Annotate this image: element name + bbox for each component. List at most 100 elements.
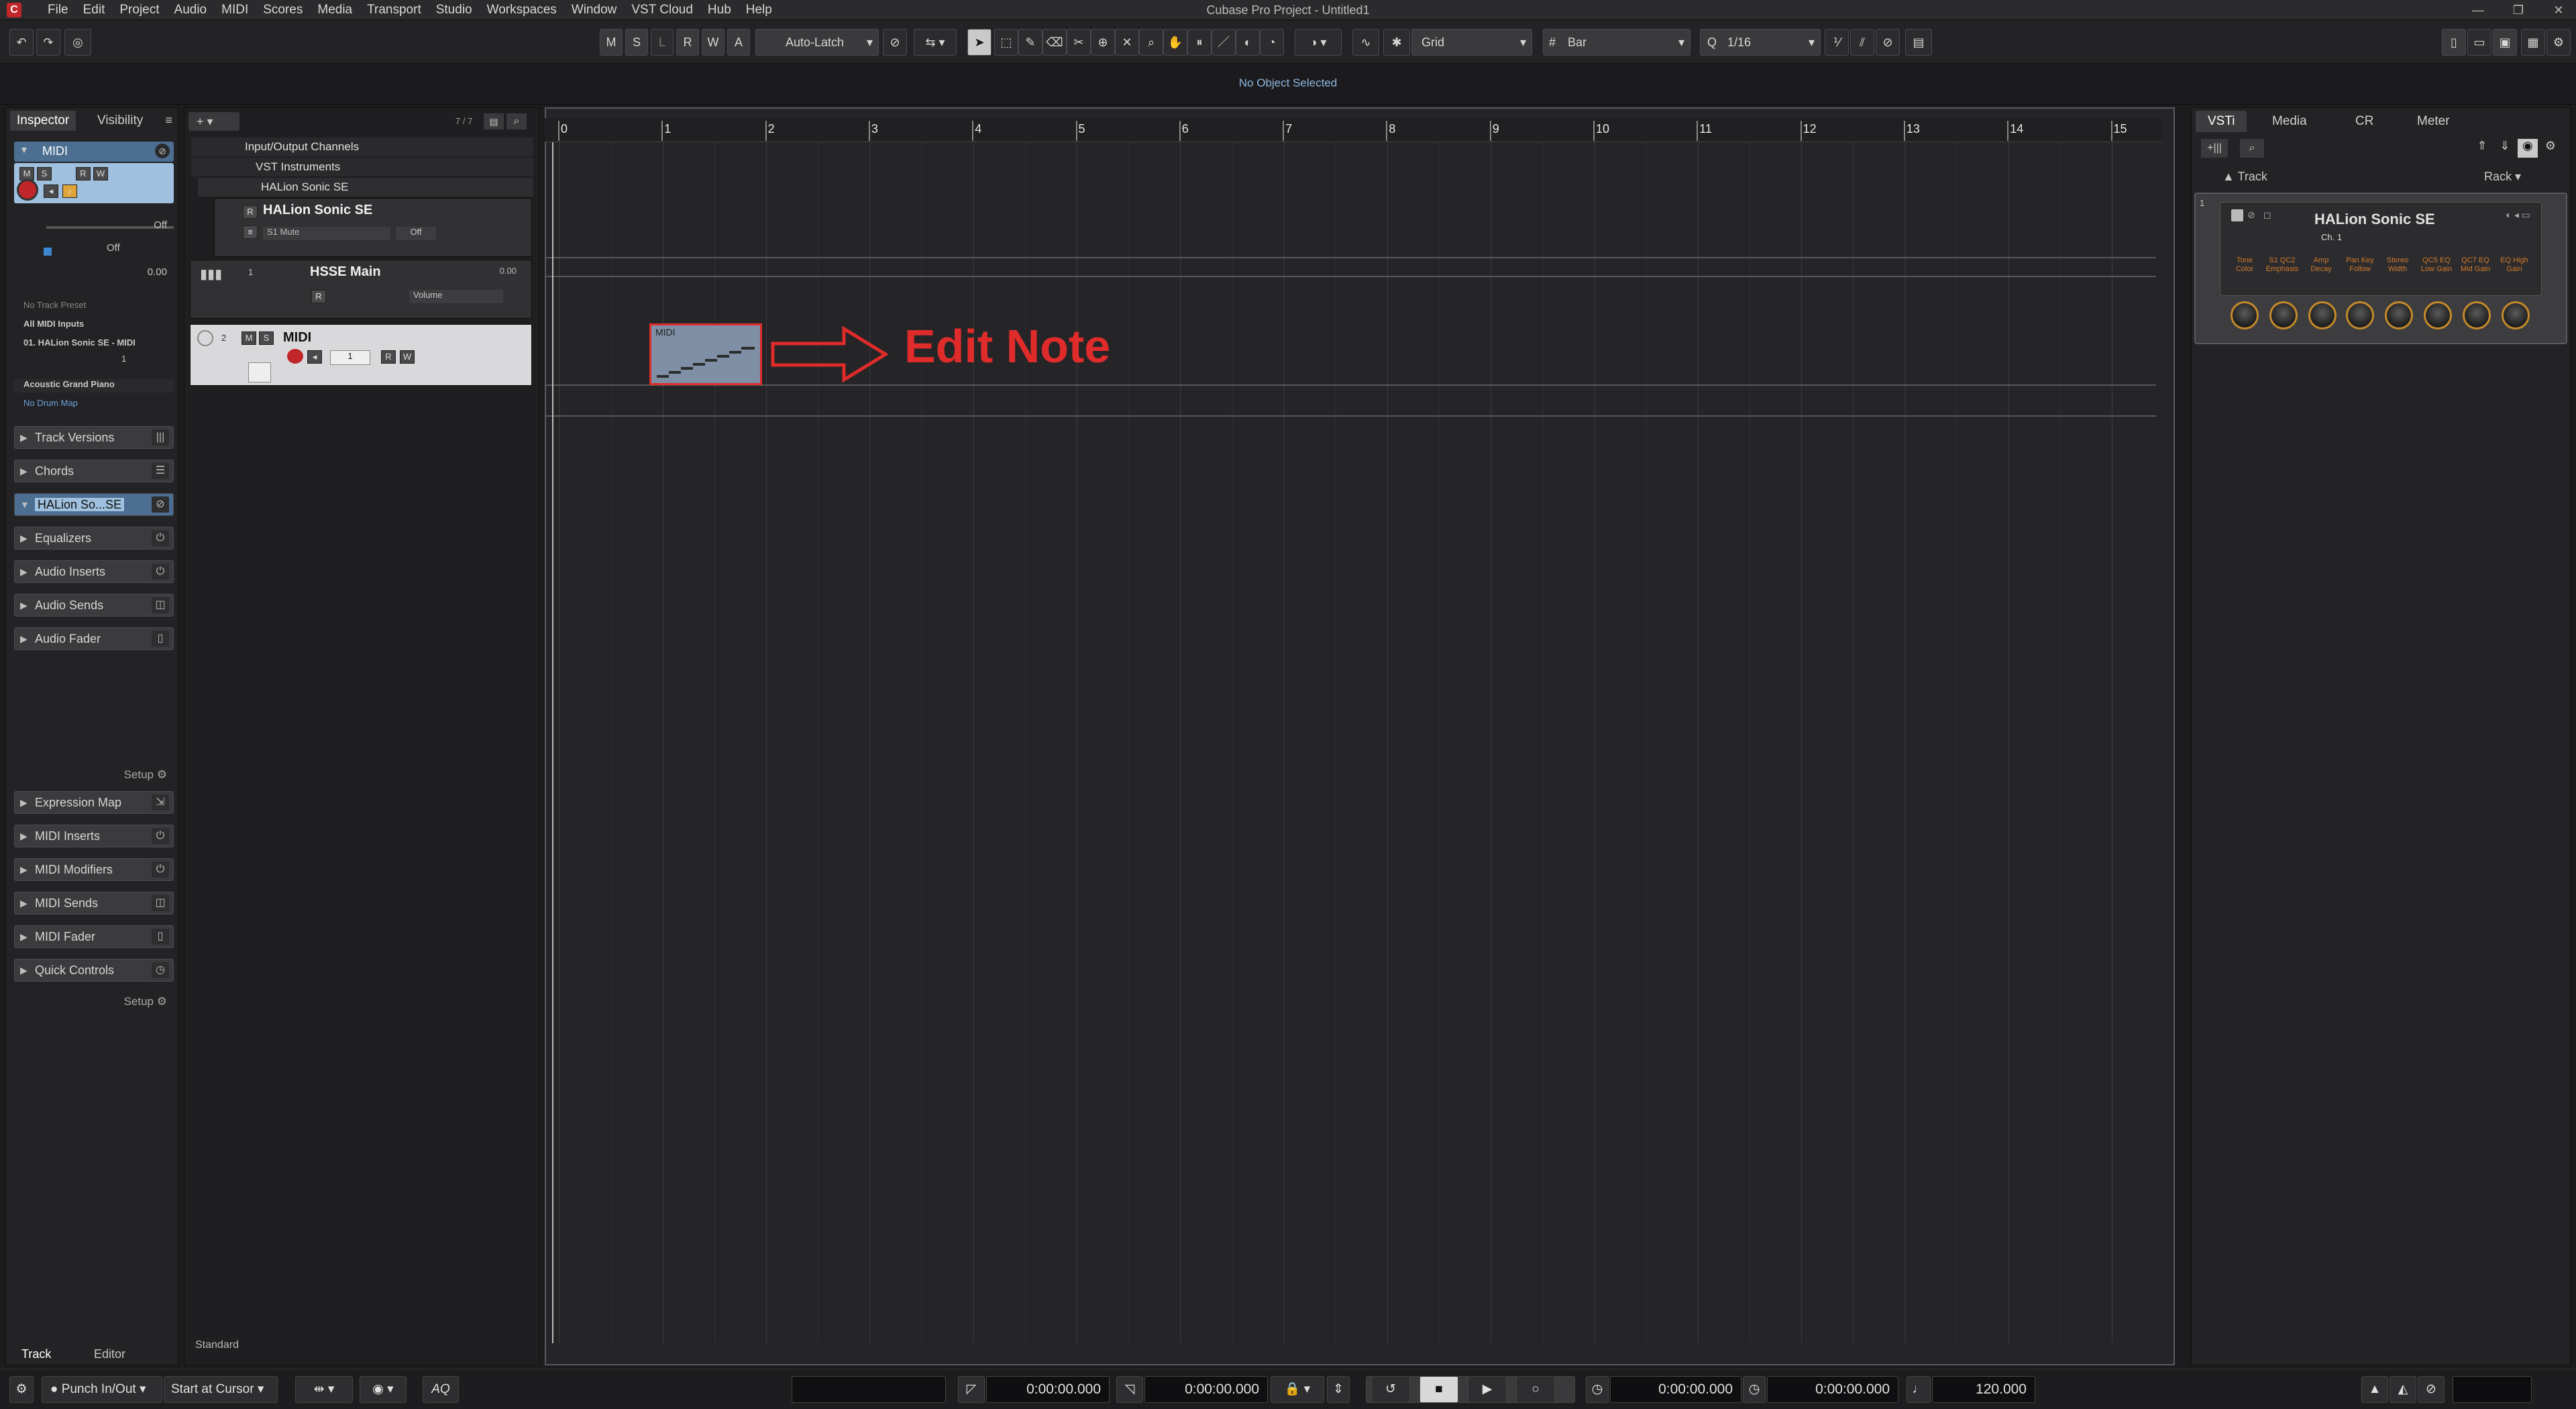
inspector-mute-button[interactable]: M [19,167,34,180]
menu-project[interactable]: Project [112,0,166,20]
iterative-quantize-icon[interactable]: ⅟ [1825,29,1849,56]
erase-tool-icon[interactable]: ⌫ [1042,29,1067,56]
track-color-icon[interactable] [197,330,213,346]
start-mode-select[interactable]: Start at Cursor ▾ [164,1376,278,1403]
menu-workspaces[interactable]: Workspaces [480,0,564,20]
stop-icon[interactable]: ■ [1419,1376,1458,1403]
track-halion-sonic-se[interactable]: HALion Sonic SE R ≡ S1 Mute Off [214,198,532,257]
track-mute-button[interactable]: M [241,331,256,345]
tab-track[interactable]: Track [21,1347,51,1361]
inspector-track-header[interactable]: ▼ MIDI ⊘ [14,142,174,162]
menu-window[interactable]: Window [564,0,625,20]
menu-hub[interactable]: Hub [700,0,739,20]
right-locator-icon[interactable]: ◹ [1116,1376,1143,1403]
instrument-menu-icon[interactable]: ◐ ◂ ▭ [2506,209,2531,221]
rack-select[interactable]: Rack ▾ [2484,170,2521,184]
range-tool-icon[interactable]: ⬚ [994,29,1018,56]
menu-studio[interactable]: Studio [429,0,480,20]
mute-tool-icon[interactable]: ✕ [1115,29,1139,56]
edit-instrument-icon[interactable]: ⊘ [155,144,170,158]
record-enable-button[interactable] [17,179,38,201]
folder-halion-sonic-se[interactable]: HALion Sonic SE [198,178,533,197]
program-select[interactable]: Acoustic Grand Piano [14,379,174,393]
toolbar-setup-icon[interactable]: ⚙ [2546,29,2571,56]
cycle-icon[interactable]: ↺ [1371,1376,1410,1403]
metronome-mode-icon[interactable]: ◉ ▾ [360,1376,407,1403]
track-visibility-icon[interactable]: ▤ [484,113,504,129]
tab-cr[interactable]: CR [2343,111,2385,132]
freeze-icon[interactable]: ⊘ [2247,209,2255,221]
snap-on-icon[interactable]: ✱ [1383,29,1410,56]
track-midi[interactable]: 2 M S MIDI ◂ 1 R W [190,324,532,386]
lock-icon[interactable]: 🔒 ▾ [1271,1376,1324,1403]
midi-channel-value[interactable]: 1 [121,354,126,364]
minimize-icon[interactable]: — [2470,2,2486,18]
menu-media[interactable]: Media [310,0,360,20]
secondary-time-icon[interactable]: ◷ [1743,1376,1766,1403]
add-track-button[interactable]: + ▾ [189,112,239,131]
tab-visibility[interactable]: Visibility [91,111,150,131]
section-midi-modifiers[interactable]: ▶ MIDI Modifiers ⏻ [14,858,174,881]
inspector-read-button[interactable]: R [76,167,91,180]
quick-control-knob-2[interactable] [2269,301,2298,329]
split-tool-icon[interactable]: ✂ [1067,29,1091,56]
tab-vsti[interactable]: VSTi [2196,111,2247,132]
comp-tool-icon[interactable]: ✋ [1163,29,1187,56]
setup-window-layout-icon[interactable]: ▦ [2521,29,2545,56]
sort-track-header[interactable]: ▲ Track [2222,170,2267,184]
edit-icon[interactable]: ◻ [2263,209,2271,221]
track-read-button[interactable]: R [311,290,326,303]
reset-quantize-icon[interactable]: ⊘ [1876,29,1900,56]
quantize-select[interactable]: Q 1/16 ▾ [1700,29,1821,56]
midi-part[interactable]: MIDI [649,323,762,385]
tab-inspector[interactable]: Inspector [10,111,76,131]
quick-control-knob-7[interactable] [2463,301,2491,329]
click-icon[interactable]: ▲ [2361,1376,2388,1403]
midi-input-select[interactable]: All MIDI Inputs [14,319,174,329]
search-icon[interactable]: ⌕ [506,113,527,129]
left-zone-toggle-icon[interactable]: ▯ [2442,29,2466,56]
event-grid[interactable] [546,142,2156,1343]
left-locator-icon[interactable]: ◸ [958,1376,985,1403]
monitor-icon[interactable]: ◂ [44,185,58,198]
punch-mode-select[interactable]: ● Punch In/Out ▾ [42,1376,162,1403]
midi-output-select[interactable]: 01. HALion Sonic SE - MIDI [14,337,174,348]
draw-tool-icon[interactable]: ✎ [1018,29,1042,56]
menu-audio[interactable]: Audio [167,0,215,20]
drum-map-select[interactable]: No Drum Map [14,398,174,410]
section-equalizers[interactable]: ▶ Equalizers ⏻ [14,527,174,550]
punch-point-icon[interactable]: ⇕ [1327,1376,1350,1403]
primary-time-display[interactable]: 0:00:00.000 [1610,1376,1741,1403]
quick-control-knob-6[interactable] [2424,301,2452,329]
tempo-display[interactable]: 120.000 [1932,1376,2035,1403]
section-halion-sonic-se[interactable]: ▼ HALion So...SE ⊘ [14,493,174,516]
section-quick-controls[interactable]: ▶ Quick Controls ◷ [14,959,174,982]
ruler[interactable]: 0 1 2 3 4 5 6 7 8 9 10 11 12 13 14 15 [545,118,2161,142]
right-zone-toggle-icon[interactable]: ▣ [2493,29,2517,56]
quantize-apply-icon[interactable]: ⫽ [1850,29,1874,56]
collapse-all-icon[interactable]: ⇑ [2472,139,2492,158]
section-chords[interactable]: ▶ Chords ☰ [14,460,174,482]
track-read-button[interactable]: R [243,205,258,219]
write-state-button[interactable]: W [702,29,724,56]
track-record-enable-button[interactable] [287,349,303,364]
inspector-write-button[interactable]: W [93,167,108,180]
play-icon[interactable]: ▶ [1468,1376,1507,1403]
automation-parameter-select[interactable]: Volume [409,290,503,303]
show-quick-controls-icon[interactable]: ◉ [2518,139,2538,158]
grid-type-select[interactable]: # Bar ▾ [1543,29,1690,56]
section-midi-sends[interactable]: ▶ MIDI Sends ◫ [14,892,174,915]
folder-input-output-channels[interactable]: Input/Output Channels [191,138,533,156]
quick-control-knob-8[interactable] [2502,301,2530,329]
record-icon[interactable]: ○ [1516,1376,1555,1403]
inspector-menu-icon[interactable]: ≡ [165,113,172,127]
automation-state-button[interactable]: A [727,29,750,56]
primary-time-icon[interactable]: ◷ [1586,1376,1609,1403]
section-expression-map[interactable]: ▶ Expression Map ⇲ [14,791,174,814]
solo-state-button[interactable]: S [625,29,648,56]
folder-vst-instruments[interactable]: VST Instruments [191,158,533,176]
transport-settings-icon[interactable]: ⚙ [9,1376,34,1403]
color-tool-icon[interactable]: ◔ [1260,29,1284,56]
track-read-button[interactable]: R [381,350,396,364]
tempo-track-icon[interactable]: ♩ [1907,1376,1931,1403]
